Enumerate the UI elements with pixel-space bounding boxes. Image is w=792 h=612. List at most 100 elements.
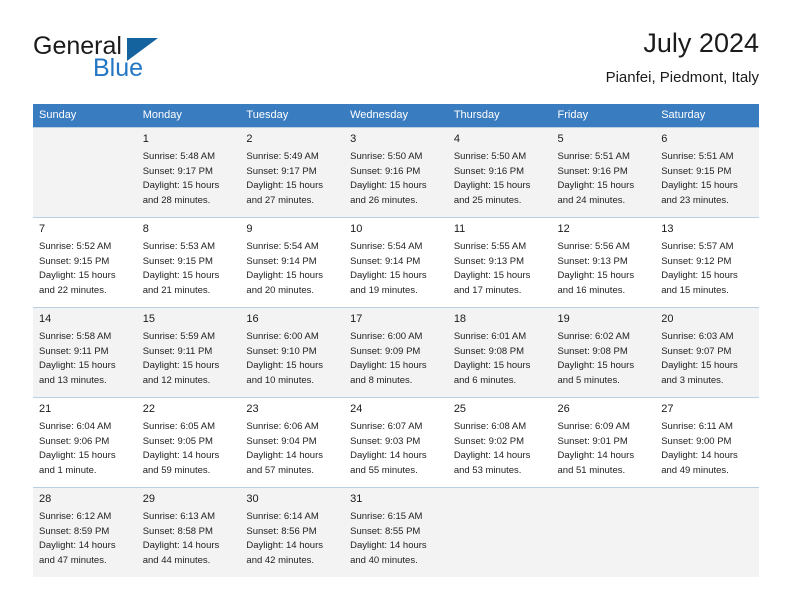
daylight-text-line2: and 24 minutes. xyxy=(557,194,626,206)
day-cell[interactable]: 1 Sunrise: 5:48 AM Sunset: 9:17 PM Dayli… xyxy=(136,127,241,218)
day-cell[interactable]: 17 Sunrise: 6:00 AM Sunset: 9:09 PM Dayl… xyxy=(344,307,448,398)
day-cell[interactable]: 12 Sunrise: 5:56 AM Sunset: 9:13 PM Dayl… xyxy=(551,217,656,308)
sunset-text: Sunset: 8:55 PM xyxy=(350,525,421,537)
daylight-text-line1: Daylight: 15 hours xyxy=(39,270,116,282)
daylight-text-line1: Daylight: 15 hours xyxy=(557,270,635,282)
day-details: Sunrise: 6:01 AM Sunset: 9:08 PM Dayligh… xyxy=(454,330,546,388)
day-cell[interactable]: 22 Sunrise: 6:05 AM Sunset: 9:05 PM Dayl… xyxy=(136,397,241,488)
day-cell[interactable]: 5 Sunrise: 5:51 AM Sunset: 9:16 PM Dayli… xyxy=(551,127,656,218)
day-cell[interactable]: 31 Sunrise: 6:15 AM Sunset: 8:55 PM Dayl… xyxy=(344,487,448,577)
sunrise-text: Sunrise: 5:50 AM xyxy=(453,151,527,162)
day-details: Sunrise: 5:58 AM Sunset: 9:11 PM Dayligh… xyxy=(39,330,131,388)
sunrise-text: Sunrise: 6:03 AM xyxy=(661,331,734,342)
day-cell[interactable]: 27 Sunrise: 6:11 AM Sunset: 9:00 PM Dayl… xyxy=(655,397,759,488)
daylight-text-line1: Daylight: 14 hours xyxy=(142,450,220,462)
day-cell[interactable]: 29 Sunrise: 6:13 AM Sunset: 8:58 PM Dayl… xyxy=(136,487,241,577)
day-number: 6 xyxy=(661,133,668,145)
day-cell[interactable]: 21 Sunrise: 6:04 AM Sunset: 9:06 PM Dayl… xyxy=(33,397,137,488)
daylight-text-line1: Daylight: 15 hours xyxy=(39,450,116,462)
day-cell[interactable]: 15 Sunrise: 5:59 AM Sunset: 9:11 PM Dayl… xyxy=(136,307,241,398)
daylight-text-line2: and 42 minutes. xyxy=(246,554,315,566)
sunset-text: Sunset: 9:11 PM xyxy=(142,345,213,357)
day-cell[interactable]: 13 Sunrise: 5:57 AM Sunset: 9:12 PM Dayl… xyxy=(655,217,759,308)
day-cell[interactable]: 9 Sunrise: 5:54 AM Sunset: 9:14 PM Dayli… xyxy=(240,217,345,308)
daylight-text-line2: and 17 minutes. xyxy=(453,284,522,296)
day-cell[interactable]: 11 Sunrise: 5:55 AM Sunset: 9:13 PM Dayl… xyxy=(447,217,552,308)
sunrise-text: Sunrise: 5:53 AM xyxy=(142,241,216,252)
day-number: 21 xyxy=(39,403,52,415)
daylight-text-line2: and 1 minute. xyxy=(39,464,97,476)
sunset-text: Sunset: 9:16 PM xyxy=(557,165,628,177)
sunrise-text: Sunrise: 5:48 AM xyxy=(142,151,216,162)
sunrise-text: Sunrise: 5:58 AM xyxy=(39,331,112,342)
sunrise-text: Sunrise: 6:07 AM xyxy=(350,421,423,432)
day-number: 9 xyxy=(246,223,253,235)
day-cell[interactable]: 26 Sunrise: 6:09 AM Sunset: 9:01 PM Dayl… xyxy=(551,397,656,488)
daylight-text-line2: and 25 minutes. xyxy=(453,194,522,206)
day-cell[interactable]: 8 Sunrise: 5:53 AM Sunset: 9:15 PM Dayli… xyxy=(136,217,241,308)
day-number: 1 xyxy=(142,133,149,145)
day-cell[interactable]: 25 Sunrise: 6:08 AM Sunset: 9:02 PM Dayl… xyxy=(447,397,552,488)
day-details: Sunrise: 5:59 AM Sunset: 9:11 PM Dayligh… xyxy=(143,330,235,388)
day-cell[interactable]: 24 Sunrise: 6:07 AM Sunset: 9:03 PM Dayl… xyxy=(344,397,448,488)
sunset-text: Sunset: 8:56 PM xyxy=(246,525,317,537)
sunset-text: Sunset: 8:58 PM xyxy=(142,525,213,537)
daylight-text-line2: and 13 minutes. xyxy=(39,374,107,386)
day-number: 12 xyxy=(557,223,570,235)
sunset-text: Sunset: 9:15 PM xyxy=(661,165,732,177)
daylight-text-line1: Daylight: 14 hours xyxy=(39,540,116,552)
weekday-header-row: Sunday Monday Tuesday Wednesday Thursday… xyxy=(33,104,759,128)
daylight-text-line1: Daylight: 15 hours xyxy=(142,180,220,192)
daylight-text-line1: Daylight: 14 hours xyxy=(350,540,427,552)
day-number: 22 xyxy=(142,403,155,415)
day-details: Sunrise: 6:11 AM Sunset: 9:00 PM Dayligh… xyxy=(661,420,753,478)
sunrise-text: Sunrise: 5:56 AM xyxy=(557,241,630,252)
day-cell[interactable]: 6 Sunrise: 5:51 AM Sunset: 9:15 PM Dayli… xyxy=(655,127,759,218)
location-subtitle: Pianfei, Piedmont, Italy xyxy=(605,69,759,86)
day-cell[interactable]: 3 Sunrise: 5:50 AM Sunset: 9:16 PM Dayli… xyxy=(344,127,448,218)
day-cell[interactable]: 18 Sunrise: 6:01 AM Sunset: 9:08 PM Dayl… xyxy=(447,307,552,398)
calendar-week-row: 1 Sunrise: 5:48 AM Sunset: 9:17 PM Dayli… xyxy=(33,127,759,218)
month-calendar-table: Sunday Monday Tuesday Wednesday Thursday… xyxy=(33,104,759,577)
day-number: 27 xyxy=(661,403,674,415)
sunrise-text: Sunrise: 5:49 AM xyxy=(246,151,319,162)
sunset-text: Sunset: 9:09 PM xyxy=(350,345,421,357)
day-cell[interactable]: 10 Sunrise: 5:54 AM Sunset: 9:14 PM Dayl… xyxy=(344,217,448,308)
sunrise-text: Sunrise: 5:55 AM xyxy=(453,241,527,252)
sunset-text: Sunset: 9:14 PM xyxy=(350,255,421,267)
day-number: 3 xyxy=(350,133,357,145)
day-number: 29 xyxy=(142,493,155,505)
day-cell[interactable]: 7 Sunrise: 5:52 AM Sunset: 9:15 PM Dayli… xyxy=(33,217,137,308)
day-cell[interactable]: 30 Sunrise: 6:14 AM Sunset: 8:56 PM Dayl… xyxy=(240,487,345,577)
day-number: 19 xyxy=(557,313,570,325)
day-cell[interactable]: 20 Sunrise: 6:03 AM Sunset: 9:07 PM Dayl… xyxy=(655,307,759,398)
daylight-text-line2: and 57 minutes. xyxy=(246,464,315,476)
weekday-header-friday: Friday xyxy=(551,104,656,128)
daylight-text-line2: and 44 minutes. xyxy=(142,554,211,566)
calendar-body: 1 Sunrise: 5:48 AM Sunset: 9:17 PM Dayli… xyxy=(33,127,759,577)
daylight-text-line1: Daylight: 15 hours xyxy=(557,360,635,372)
day-cell[interactable]: 19 Sunrise: 6:02 AM Sunset: 9:08 PM Dayl… xyxy=(551,307,656,398)
day-cell[interactable]: 28 Sunrise: 6:12 AM Sunset: 8:59 PM Dayl… xyxy=(33,487,137,577)
sunset-text: Sunset: 9:15 PM xyxy=(142,255,213,267)
day-cell[interactable]: 16 Sunrise: 6:00 AM Sunset: 9:10 PM Dayl… xyxy=(240,307,345,398)
daylight-text-line1: Daylight: 15 hours xyxy=(453,180,531,192)
day-number: 25 xyxy=(453,403,467,415)
sunrise-text: Sunrise: 6:02 AM xyxy=(557,331,630,342)
day-number: 4 xyxy=(453,133,460,145)
daylight-text-line1: Daylight: 15 hours xyxy=(142,270,220,282)
daylight-text-line2: and 26 minutes. xyxy=(350,194,418,206)
sunrise-text: Sunrise: 6:09 AM xyxy=(557,421,630,432)
day-cell[interactable]: 23 Sunrise: 6:06 AM Sunset: 9:04 PM Dayl… xyxy=(240,397,345,488)
sunset-text: Sunset: 9:03 PM xyxy=(350,435,421,447)
sunset-text: Sunset: 9:04 PM xyxy=(246,435,317,447)
general-blue-logo[interactable]: General Blue xyxy=(33,32,173,88)
sunset-text: Sunset: 9:00 PM xyxy=(661,435,732,447)
day-details: Sunrise: 6:00 AM Sunset: 9:10 PM Dayligh… xyxy=(246,330,338,388)
daylight-text-line2: and 55 minutes. xyxy=(350,464,418,476)
day-cell[interactable]: 14 Sunrise: 5:58 AM Sunset: 9:11 PM Dayl… xyxy=(33,307,137,398)
sunset-text: Sunset: 9:16 PM xyxy=(350,165,421,177)
day-cell[interactable]: 2 Sunrise: 5:49 AM Sunset: 9:17 PM Dayli… xyxy=(240,127,345,218)
weekday-header-wednesday: Wednesday xyxy=(344,104,448,128)
day-cell[interactable]: 4 Sunrise: 5:50 AM Sunset: 9:16 PM Dayli… xyxy=(447,127,552,218)
